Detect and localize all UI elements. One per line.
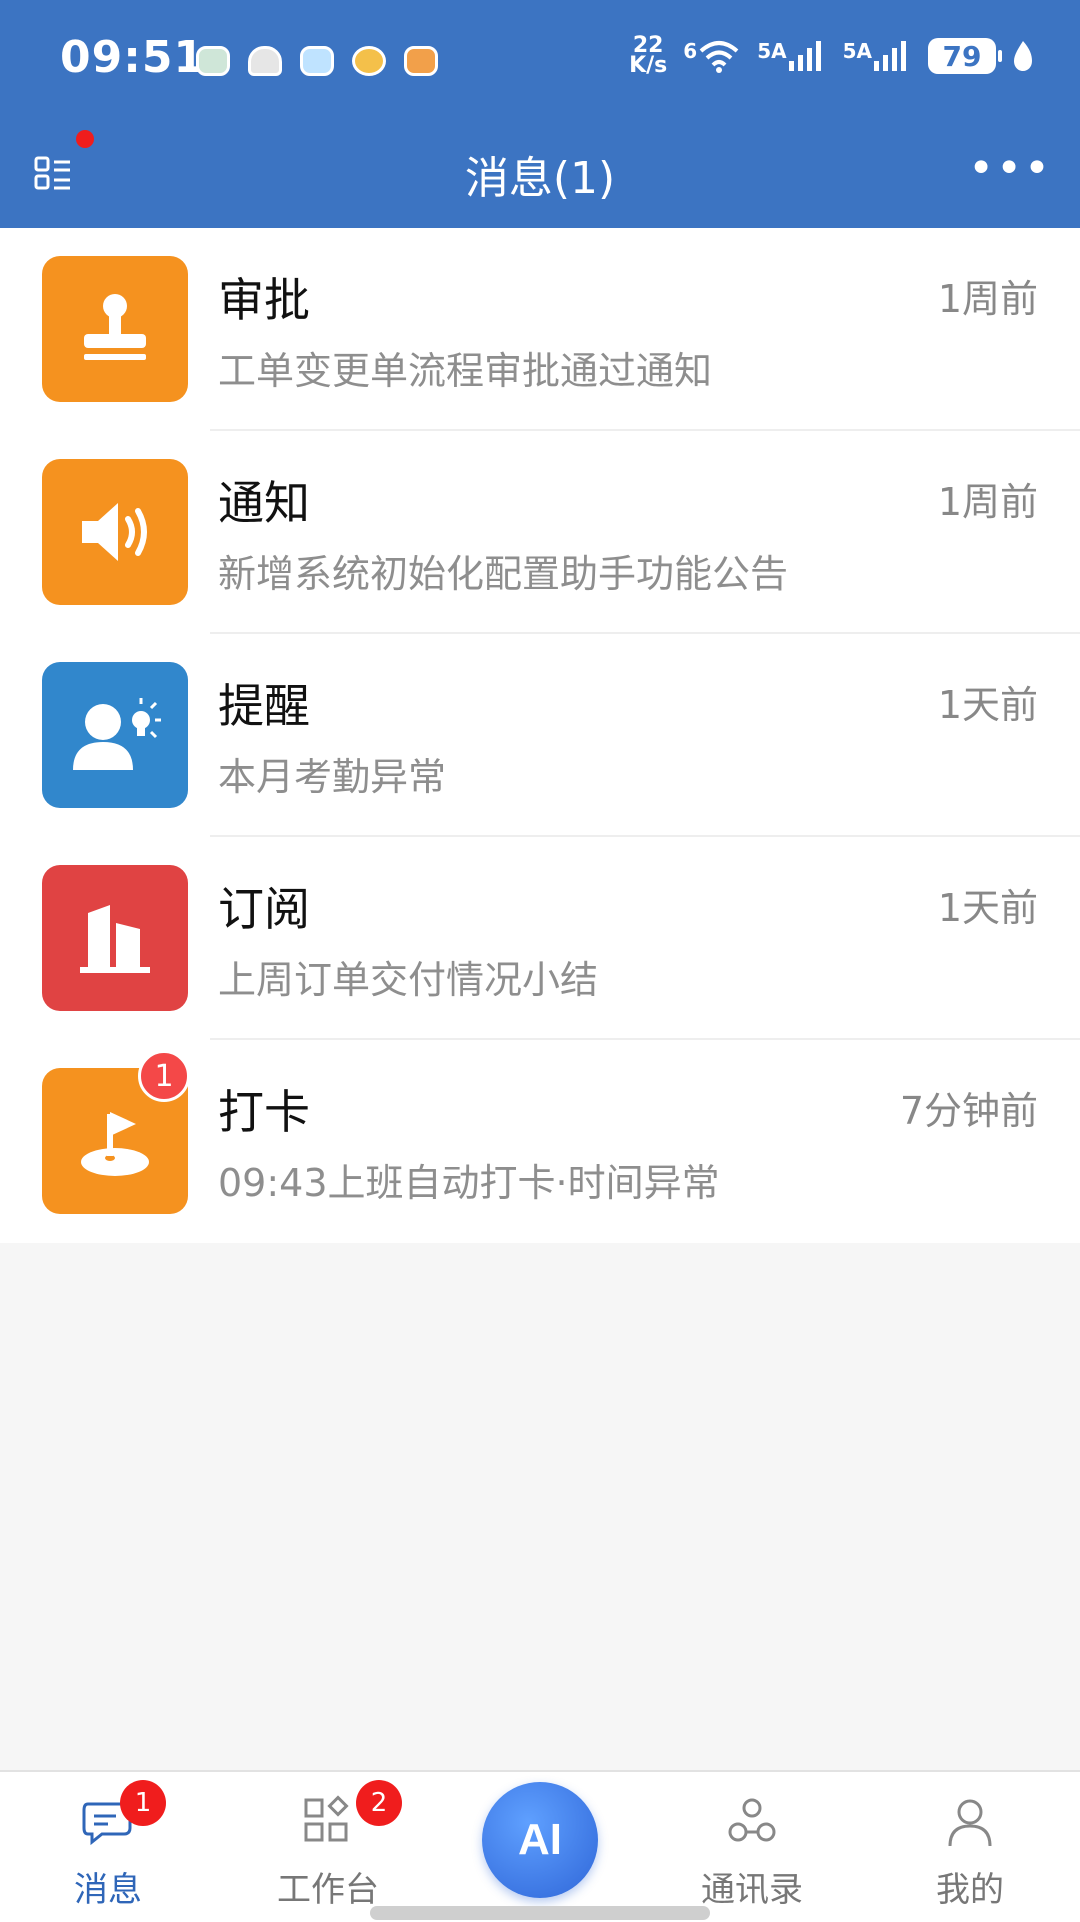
speaker-icon xyxy=(42,459,188,605)
item-title: 提醒 xyxy=(218,679,310,733)
item-time: 7分钟前 xyxy=(899,1089,1038,1133)
notification-icons xyxy=(196,46,438,76)
more-options-button[interactable]: ••• xyxy=(968,147,1052,191)
page-title: 消息(1) xyxy=(464,153,616,204)
tab-label: 我的 xyxy=(936,1870,1004,1910)
status-bar: 09:51 22 K/s 6 5A 5A 79 xyxy=(0,0,1080,120)
item-time: 1周前 xyxy=(937,277,1038,321)
tab-mine[interactable]: 我的 xyxy=(890,1780,1050,1910)
status-time: 09:51 xyxy=(60,32,206,83)
tab-label: 通讯录 xyxy=(701,1870,803,1910)
home-indicator[interactable] xyxy=(370,1906,710,1920)
app-notification-icon xyxy=(404,46,438,76)
tab-badge: 1 xyxy=(120,1780,166,1826)
item-title: 订阅 xyxy=(218,882,310,936)
unread-badge: 1 xyxy=(138,1050,190,1102)
battery-saver-icon xyxy=(1014,41,1032,71)
list-item-subscription[interactable]: 订阅 1天前 上周订单交付情况小结 xyxy=(0,837,1080,1040)
app-notification-icon xyxy=(196,46,230,76)
item-time: 1周前 xyxy=(937,480,1038,524)
item-subtitle: 工单变更单流程审批通过通知 xyxy=(218,349,713,393)
app-header: 09:51 22 K/s 6 5A 5A 79 消息(1) ••• xyxy=(0,0,1080,228)
item-subtitle: 09:43上班自动打卡·时间异常 xyxy=(218,1161,720,1205)
app-notification-icon xyxy=(352,46,386,76)
tab-badge: 2 xyxy=(356,1780,402,1826)
cellular-signal-icon: 5A xyxy=(843,39,912,73)
item-title: 打卡 xyxy=(218,1085,310,1139)
list-item-approval[interactable]: 审批 1周前 工单变更单流程审批通过通知 xyxy=(0,228,1080,431)
item-subtitle: 本月考勤异常 xyxy=(218,755,447,799)
list-item-reminder[interactable]: 提醒 1天前 本月考勤异常 xyxy=(0,634,1080,837)
building-icon xyxy=(42,865,188,1011)
tab-messages[interactable]: 消息 1 xyxy=(28,1780,188,1910)
stamp-icon xyxy=(42,256,188,402)
item-title: 审批 xyxy=(218,273,310,327)
grid-apps-icon xyxy=(304,1795,349,1842)
nav-bar: 消息(1) ••• xyxy=(0,130,1080,210)
list-item-notice[interactable]: 通知 1周前 新增系统初始化配置助手功能公告 xyxy=(0,431,1080,634)
item-time: 1天前 xyxy=(937,886,1038,930)
user-icon xyxy=(948,1799,992,1847)
person-bulb-icon xyxy=(42,662,188,808)
cellular-signal-icon: 5A xyxy=(757,39,826,73)
message-list: 审批 1周前 工单变更单流程审批通过通知 通知 1周前 新增系统初始化配置助手功… xyxy=(0,228,1080,1243)
item-subtitle: 上周订单交付情况小结 xyxy=(218,958,599,1002)
app-notification-icon xyxy=(300,46,334,76)
tab-workbench[interactable]: 工作台 2 xyxy=(248,1780,408,1910)
item-title: 通知 xyxy=(218,476,310,530)
tab-contacts[interactable]: 通讯录 xyxy=(672,1780,832,1910)
status-indicators: 22 K/s 6 5A 5A 79 xyxy=(629,33,1034,78)
list-item-clock-in[interactable]: 1 打卡 7分钟前 09:43上班自动打卡·时间异常 xyxy=(0,1040,1080,1243)
network-speed: 22 K/s xyxy=(629,33,668,78)
item-time: 1天前 xyxy=(937,683,1038,727)
tab-label: 消息 xyxy=(74,1870,142,1910)
tab-label: 工作台 xyxy=(277,1870,379,1910)
ai-label: AI xyxy=(518,1815,562,1864)
app-notification-icon xyxy=(248,46,282,76)
ai-assistant-button[interactable]: AI xyxy=(482,1782,598,1898)
wifi-icon: 6 xyxy=(683,39,741,73)
item-subtitle: 新增系统初始化配置助手功能公告 xyxy=(218,552,789,596)
contacts-icon xyxy=(728,1798,776,1842)
battery-icon: 79 xyxy=(928,38,1002,74)
